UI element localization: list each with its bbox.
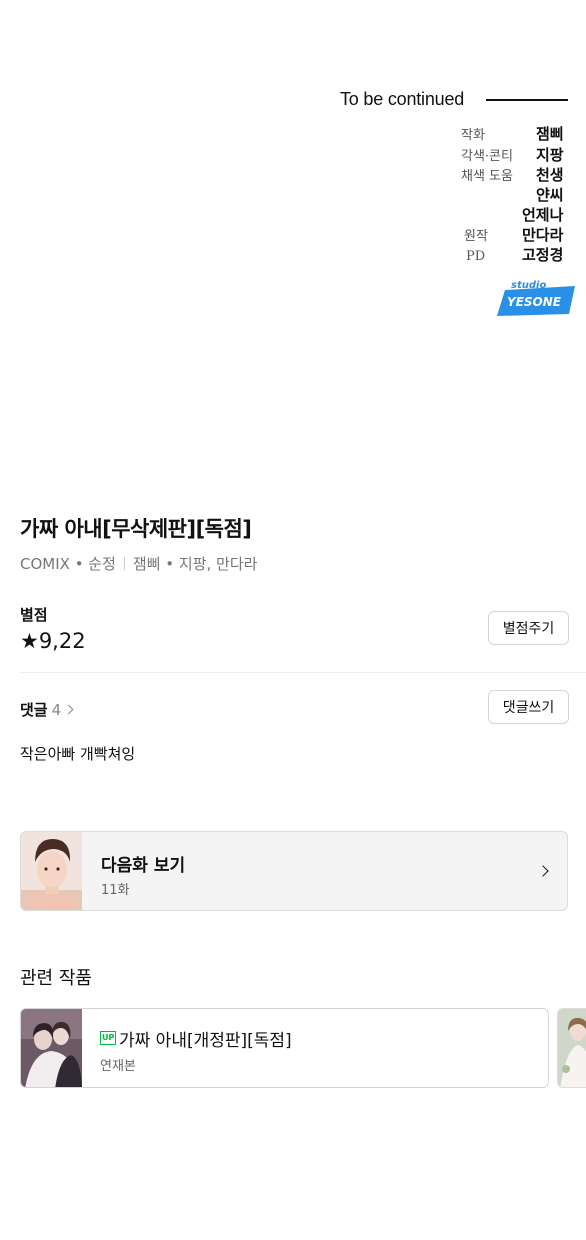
comments-count: 4 (51, 701, 62, 719)
comments-link[interactable]: 댓글 4 (20, 699, 74, 720)
studio-yesone-logo: studio YESONE (497, 280, 575, 316)
credit-name: 잼삐 (536, 125, 564, 143)
credit-role: 작화 (461, 128, 485, 143)
credit-pd: PD (466, 245, 485, 267)
to-be-continued-line (486, 99, 568, 101)
section-divider (20, 672, 586, 673)
credit-role: 원작 (464, 229, 488, 244)
credit-artist-name: 잼삐 (536, 124, 564, 144)
credit-adaptation-name: 지팡 (536, 145, 564, 165)
related-work-thumbnail (21, 1009, 82, 1087)
studio-logo-line2: YESONE (507, 295, 562, 309)
related-work-card[interactable]: UP 가짜 아내[개정판][독점] 연재본 (20, 1008, 549, 1088)
credit-artist: 작화 (461, 124, 485, 146)
credit-adaptation: 각색·콘티 (461, 145, 513, 167)
comments-label: 댓글 (20, 701, 48, 719)
meta-divider (123, 557, 125, 570)
credit-original: 원작 (464, 225, 488, 247)
studio-logo-line1: studio (511, 280, 546, 291)
credit-name: 천생 (536, 166, 564, 184)
next-episode-number: 11화 (101, 883, 130, 898)
series-title: 가짜 아내[무삭제판][독점] (20, 517, 252, 541)
rate-button[interactable]: 별점주기 (488, 611, 569, 645)
credit-original-name: 만다라 (522, 225, 563, 245)
write-comment-button[interactable]: 댓글쓰기 (488, 690, 569, 724)
chevron-right-icon (537, 865, 549, 877)
series-authors[interactable]: 잼삐 • 지팡, 만다라 (133, 555, 258, 573)
credit-role: PD (466, 249, 486, 264)
credit-role: 각색·콘티 (461, 149, 513, 164)
next-episode-title: 다음화 보기 (101, 856, 186, 876)
credit-coloring-name-1: 천생 (536, 165, 564, 185)
credit-coloring-name-3: 언제나 (522, 205, 563, 225)
series-genre[interactable]: COMIX • 순정 (20, 555, 116, 573)
credit-coloring: 채색 도움 (461, 165, 513, 187)
series-meta: COMIX • 순정 잼삐 • 지팡, 만다라 (20, 553, 257, 574)
credit-name: 얀씨 (536, 186, 564, 204)
related-works-title: 관련 작품 (20, 968, 92, 989)
top-comment: 작은아빠 개빡쳐잉 (20, 745, 136, 763)
next-episode-card[interactable]: 다음화 보기 11화 (20, 831, 568, 911)
credit-coloring-name-2: 얀씨 (536, 185, 564, 205)
related-work-thumbnail (558, 1009, 586, 1087)
up-badge: UP (100, 1031, 117, 1045)
credit-name: 언제나 (522, 206, 564, 224)
credit-pd-name: 고정경 (522, 245, 563, 265)
credit-name: 지팡 (536, 146, 564, 164)
related-work-name: 가짜 아내[개정판][독점] (119, 1031, 292, 1051)
credit-name: 고정경 (522, 246, 564, 264)
related-work-card-partial[interactable] (557, 1008, 586, 1088)
credit-role: 채색 도움 (461, 169, 513, 184)
next-episode-thumbnail (21, 832, 82, 910)
related-work-status: 연재본 (100, 1059, 136, 1074)
rating-label: 별점 (20, 606, 48, 624)
rating-value: ★9,22 (20, 629, 86, 653)
credit-name: 만다라 (522, 226, 564, 244)
to-be-continued-text: To be continued (340, 89, 465, 109)
chevron-right-icon (63, 704, 74, 715)
